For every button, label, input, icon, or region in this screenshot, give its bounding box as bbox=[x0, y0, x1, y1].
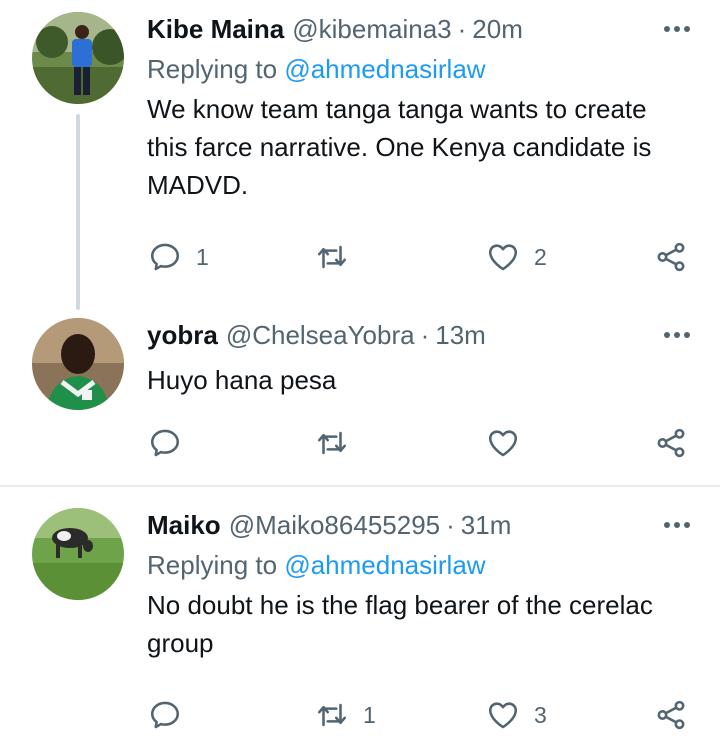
divider bbox=[0, 485, 720, 487]
tweet-header: Maiko @Maiko86455295 · 31m bbox=[147, 508, 690, 542]
replying-to-link[interactable]: @ahmednasirlaw bbox=[284, 550, 485, 580]
reply-count: 1 bbox=[196, 243, 209, 270]
like-button[interactable] bbox=[486, 423, 534, 463]
replying-to: Replying to @ahmednasirlaw bbox=[147, 548, 690, 582]
retweet-icon bbox=[317, 703, 347, 727]
timestamp[interactable]: 13m bbox=[435, 320, 486, 351]
reply-button[interactable]: 1 bbox=[148, 237, 209, 277]
heart-icon bbox=[488, 244, 518, 271]
display-name[interactable]: Kibe Maina bbox=[147, 14, 284, 45]
tweet-kibe-maina[interactable]: Kibe Maina @kibemaina3 · 20m Replying to… bbox=[0, 0, 720, 318]
replying-to-link[interactable]: @ahmednasirlaw bbox=[284, 54, 485, 84]
reply-icon bbox=[150, 701, 180, 729]
timestamp[interactable]: 31m bbox=[461, 510, 512, 541]
tweet-header: Kibe Maina @kibemaina3 · 20m bbox=[147, 12, 690, 46]
username[interactable]: @ChelseaYobra bbox=[226, 320, 415, 351]
like-button[interactable]: 2 bbox=[486, 237, 547, 277]
avatar-image bbox=[32, 12, 124, 104]
like-count: 2 bbox=[534, 243, 547, 270]
display-name[interactable]: Maiko bbox=[147, 510, 221, 541]
retweet-button[interactable]: 1 bbox=[315, 695, 376, 735]
more-options-icon[interactable] bbox=[650, 508, 690, 542]
avatar-image bbox=[32, 318, 124, 410]
reply-button[interactable] bbox=[148, 423, 196, 463]
timestamp[interactable]: 20m bbox=[472, 14, 523, 45]
replying-to: Replying to @ahmednasirlaw bbox=[147, 52, 690, 86]
separator: · bbox=[457, 13, 467, 44]
reply-button[interactable] bbox=[148, 695, 196, 735]
share-button[interactable] bbox=[654, 423, 688, 463]
retweet-icon bbox=[317, 431, 347, 455]
retweet-icon bbox=[317, 245, 347, 269]
more-options-icon[interactable] bbox=[650, 318, 690, 352]
avatar-image bbox=[32, 508, 124, 600]
share-icon bbox=[657, 242, 685, 272]
tweet-text: We know team tanga tanga wants to create… bbox=[147, 94, 652, 200]
like-count: 3 bbox=[534, 701, 547, 728]
replying-label: Replying to bbox=[147, 550, 278, 580]
avatar[interactable] bbox=[32, 508, 124, 600]
username[interactable]: @Maiko86455295 bbox=[229, 510, 440, 541]
share-icon bbox=[657, 700, 685, 730]
separator: · bbox=[446, 509, 455, 540]
tweet-maiko[interactable]: Maiko @Maiko86455295 · 31m Replying to @… bbox=[0, 508, 720, 747]
tweet-text: No doubt he is the flag bearer of the ce… bbox=[147, 590, 653, 658]
retweet-count: 1 bbox=[363, 701, 376, 728]
heart-icon bbox=[488, 430, 518, 457]
more-options-icon[interactable] bbox=[650, 12, 690, 46]
reply-icon bbox=[150, 429, 180, 457]
username[interactable]: @kibemaina3 bbox=[292, 14, 451, 45]
share-button[interactable] bbox=[654, 695, 688, 735]
avatar[interactable] bbox=[32, 12, 124, 104]
like-button[interactable]: 3 bbox=[486, 695, 547, 735]
separator: · bbox=[420, 319, 430, 350]
display-name[interactable]: yobra bbox=[147, 320, 218, 351]
tweet-header: yobra @ChelseaYobra · 13m bbox=[147, 318, 690, 352]
heart-icon bbox=[488, 702, 518, 729]
avatar[interactable] bbox=[32, 318, 124, 410]
retweet-button[interactable] bbox=[315, 237, 363, 277]
reply-icon bbox=[150, 243, 180, 271]
tweet-yobra[interactable]: yobra @ChelseaYobra · 13m Huyo hana pesa bbox=[0, 318, 720, 484]
share-button[interactable] bbox=[654, 237, 688, 277]
share-icon bbox=[657, 428, 685, 458]
thread-line bbox=[76, 114, 80, 310]
retweet-button[interactable] bbox=[315, 423, 363, 463]
replying-label: Replying to bbox=[147, 54, 278, 84]
tweet-text: Huyo hana pesa bbox=[147, 365, 337, 395]
